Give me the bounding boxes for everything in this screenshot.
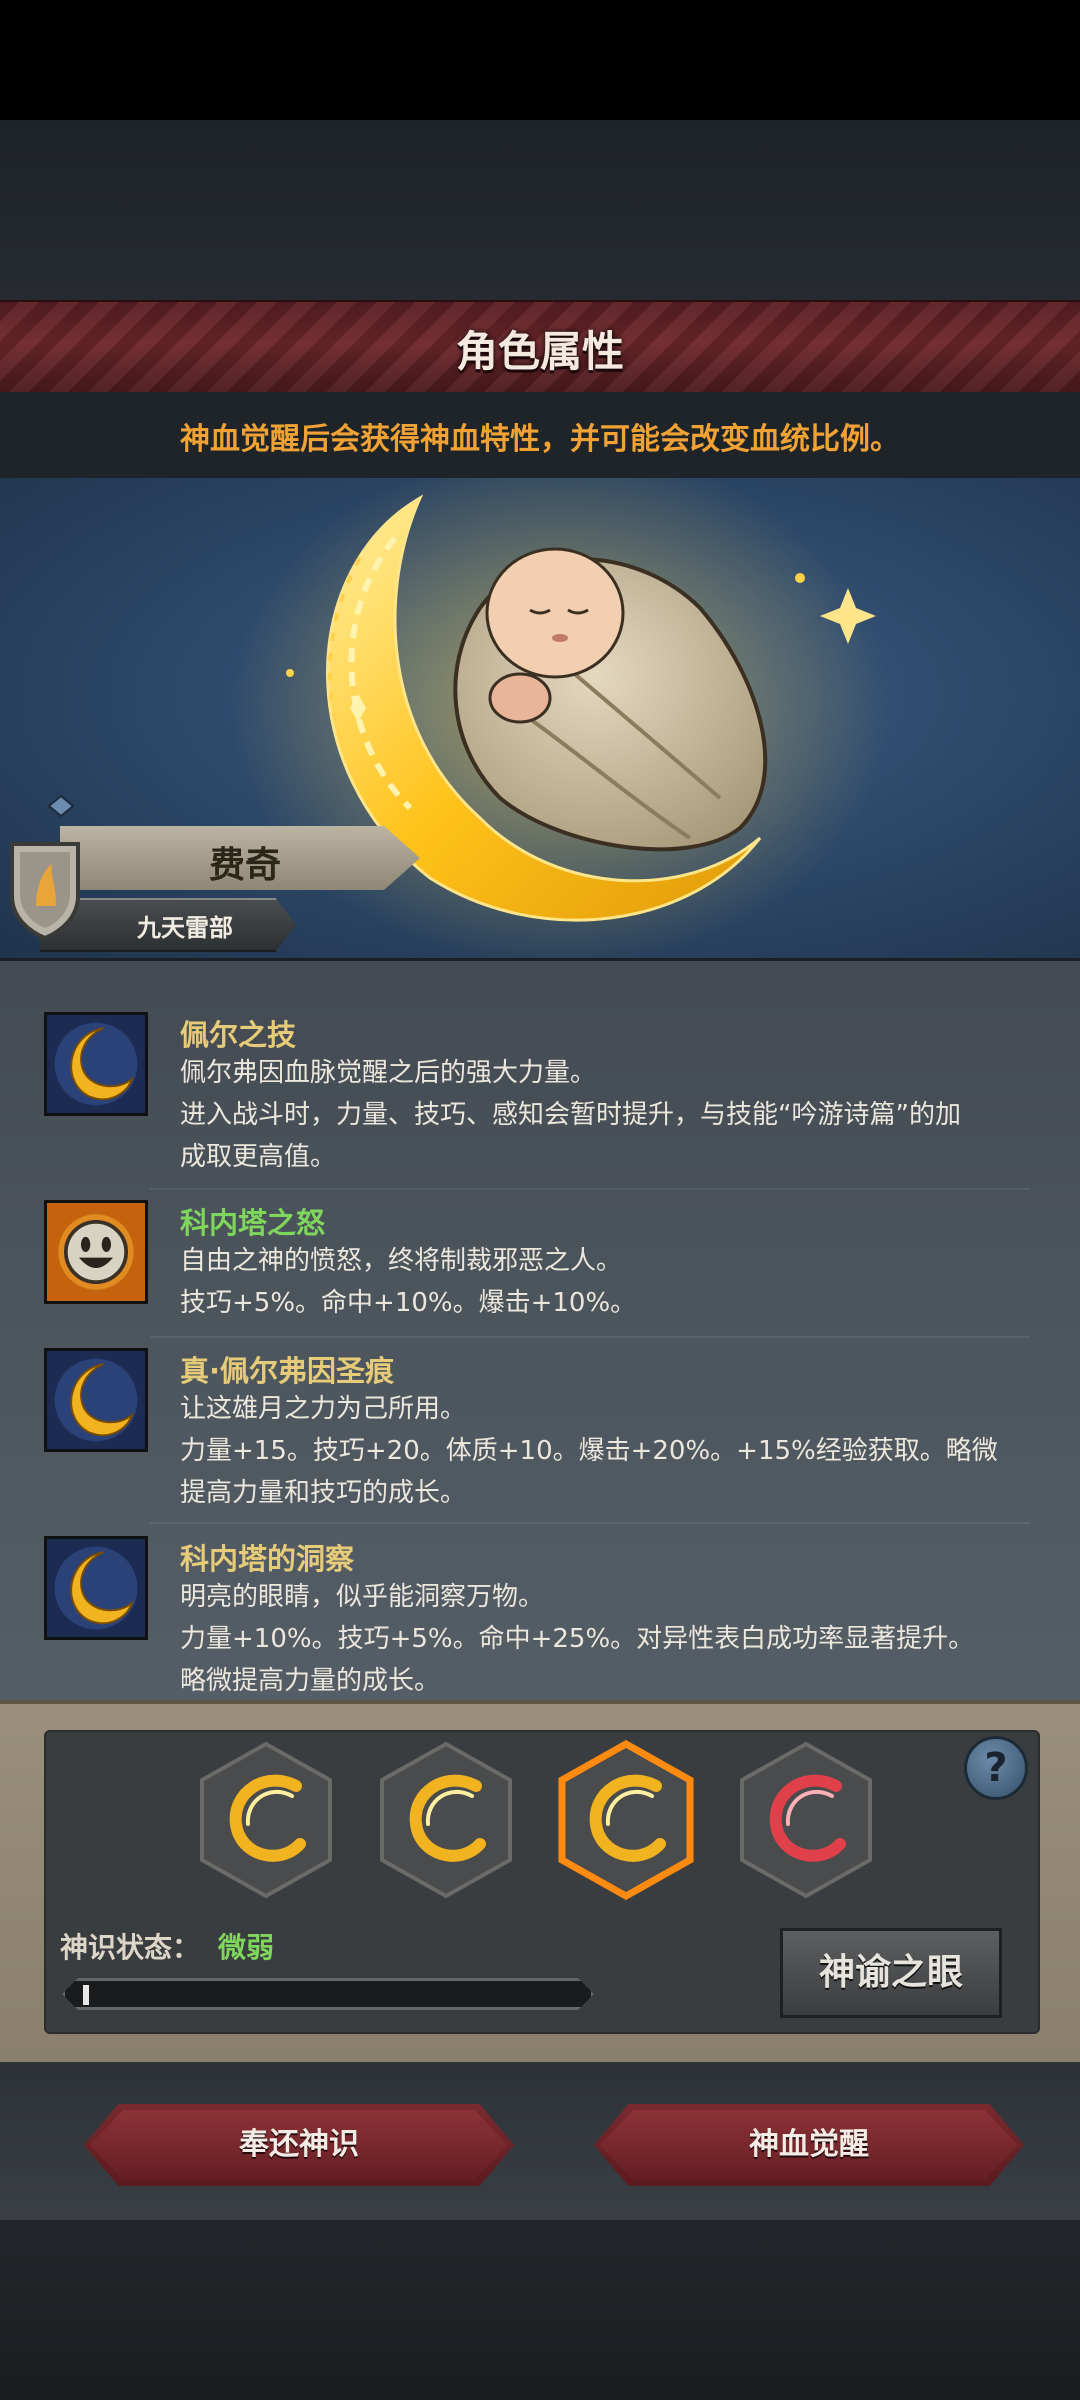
trait-line: 力量+15。技巧+20。体质+10。爆击+20%。+15%经验获取。略微 <box>180 1436 998 1466</box>
blood-slot-3-selected[interactable] <box>556 1740 696 1900</box>
clan-shield-icon <box>10 842 80 940</box>
divider <box>150 1522 1030 1524</box>
divine-sense-label: 神识状态： <box>60 1931 201 1964</box>
trait-line: 提高力量和技巧的成长。 <box>180 1478 467 1508</box>
trait-line: 明亮的眼睛，似乎能洞察万物。 <box>180 1582 545 1612</box>
crescent-moon-icon <box>44 1012 148 1116</box>
smiley-face-icon <box>44 1200 148 1304</box>
trait-name: 真·佩尔弗因圣痕 <box>180 1354 395 1388</box>
status-bar-area <box>0 0 1080 120</box>
divine-sense-value: 微弱 <box>218 1931 275 1964</box>
trait-line: 技巧+5%。命中+10%。爆击+10%。 <box>180 1288 637 1318</box>
button-label: 奉还神识 <box>239 2127 359 2162</box>
blood-slot-4[interactable] <box>736 1740 876 1900</box>
trait-line: 略微提高力量的成长。 <box>180 1666 441 1696</box>
rank-icon <box>48 795 74 817</box>
clan-name: 九天雷部 <box>137 914 233 942</box>
trait-description: 让这雄月之力为己所用。 力量+15。技巧+20。体质+10。爆击+20%。+15… <box>180 1388 1080 1514</box>
trait-line: 成取更高值。 <box>180 1142 337 1172</box>
divider <box>150 1336 1030 1338</box>
crescent-moon-icon <box>44 1536 148 1640</box>
page-title: 角色属性 <box>455 327 624 376</box>
trait-name: 科内塔的洞察 <box>180 1542 355 1576</box>
header-background <box>0 120 1080 300</box>
blood-slot-2[interactable] <box>376 1740 516 1900</box>
divider <box>150 1188 1030 1190</box>
progress-fill <box>83 1985 89 2005</box>
divine-blood-awaken-button[interactable]: 神血觉醒 <box>594 2104 1024 2186</box>
trait-item[interactable]: 科内塔之怒 自由之神的愤怒，终将制裁邪恶之人。 技巧+5%。命中+10%。爆击+… <box>44 1200 1044 1330</box>
trait-item[interactable]: 科内塔的洞察 明亮的眼睛，似乎能洞察万物。 力量+10%。技巧+5%。命中+25… <box>44 1536 1044 1706</box>
trait-line: 自由之神的愤怒，终将制裁邪恶之人。 <box>180 1246 623 1276</box>
trait-line: 进入战斗时，力量、技巧、感知会暂时提升，与技能“吟游诗篇”的加 <box>180 1100 961 1130</box>
return-divine-sense-button[interactable]: 奉还神识 <box>84 2104 514 2186</box>
oracle-eye-button[interactable]: 神谕之眼 <box>780 1928 1002 2018</box>
blood-slot-1[interactable] <box>196 1740 336 1900</box>
button-label: 神血觉醒 <box>749 2127 869 2162</box>
trait-item[interactable]: 佩尔之技 佩尔弗因血脉觉醒之后的强大力量。 进入战斗时，力量、技巧、感知会暂时提… <box>44 1012 1044 1182</box>
trait-line: 佩尔弗因血脉觉醒之后的强大力量。 <box>180 1058 597 1088</box>
trait-item[interactable]: 真·佩尔弗因圣痕 让这雄月之力为己所用。 力量+15。技巧+20。体质+10。爆… <box>44 1348 1044 1518</box>
trait-name: 科内塔之怒 <box>180 1206 326 1240</box>
bottom-background <box>0 2220 1080 2400</box>
trait-description: 自由之神的愤怒，终将制裁邪恶之人。 技巧+5%。命中+10%。爆击+10%。 <box>180 1240 1080 1324</box>
character-name: 费奇 <box>208 845 281 886</box>
divine-sense-progress-bar <box>62 1978 594 2010</box>
page-subtitle: 神血觉醒后会获得神血特性，并可能会改变血统比例。 <box>180 422 900 457</box>
trait-description: 佩尔弗因血脉觉醒之后的强大力量。 进入战斗时，力量、技巧、感知会暂时提升，与技能… <box>180 1052 1080 1178</box>
help-button[interactable]: ? <box>964 1736 1028 1800</box>
trait-line: 力量+10%。技巧+5%。命中+25%。对异性表白成功率显著提升。 <box>180 1624 975 1654</box>
crescent-moon-icon <box>44 1348 148 1452</box>
trait-line: 让这雄月之力为己所用。 <box>180 1394 467 1424</box>
trait-description: 明亮的眼睛，似乎能洞察万物。 力量+10%。技巧+5%。命中+25%。对异性表白… <box>180 1576 1080 1702</box>
trait-name: 佩尔之技 <box>180 1018 297 1052</box>
